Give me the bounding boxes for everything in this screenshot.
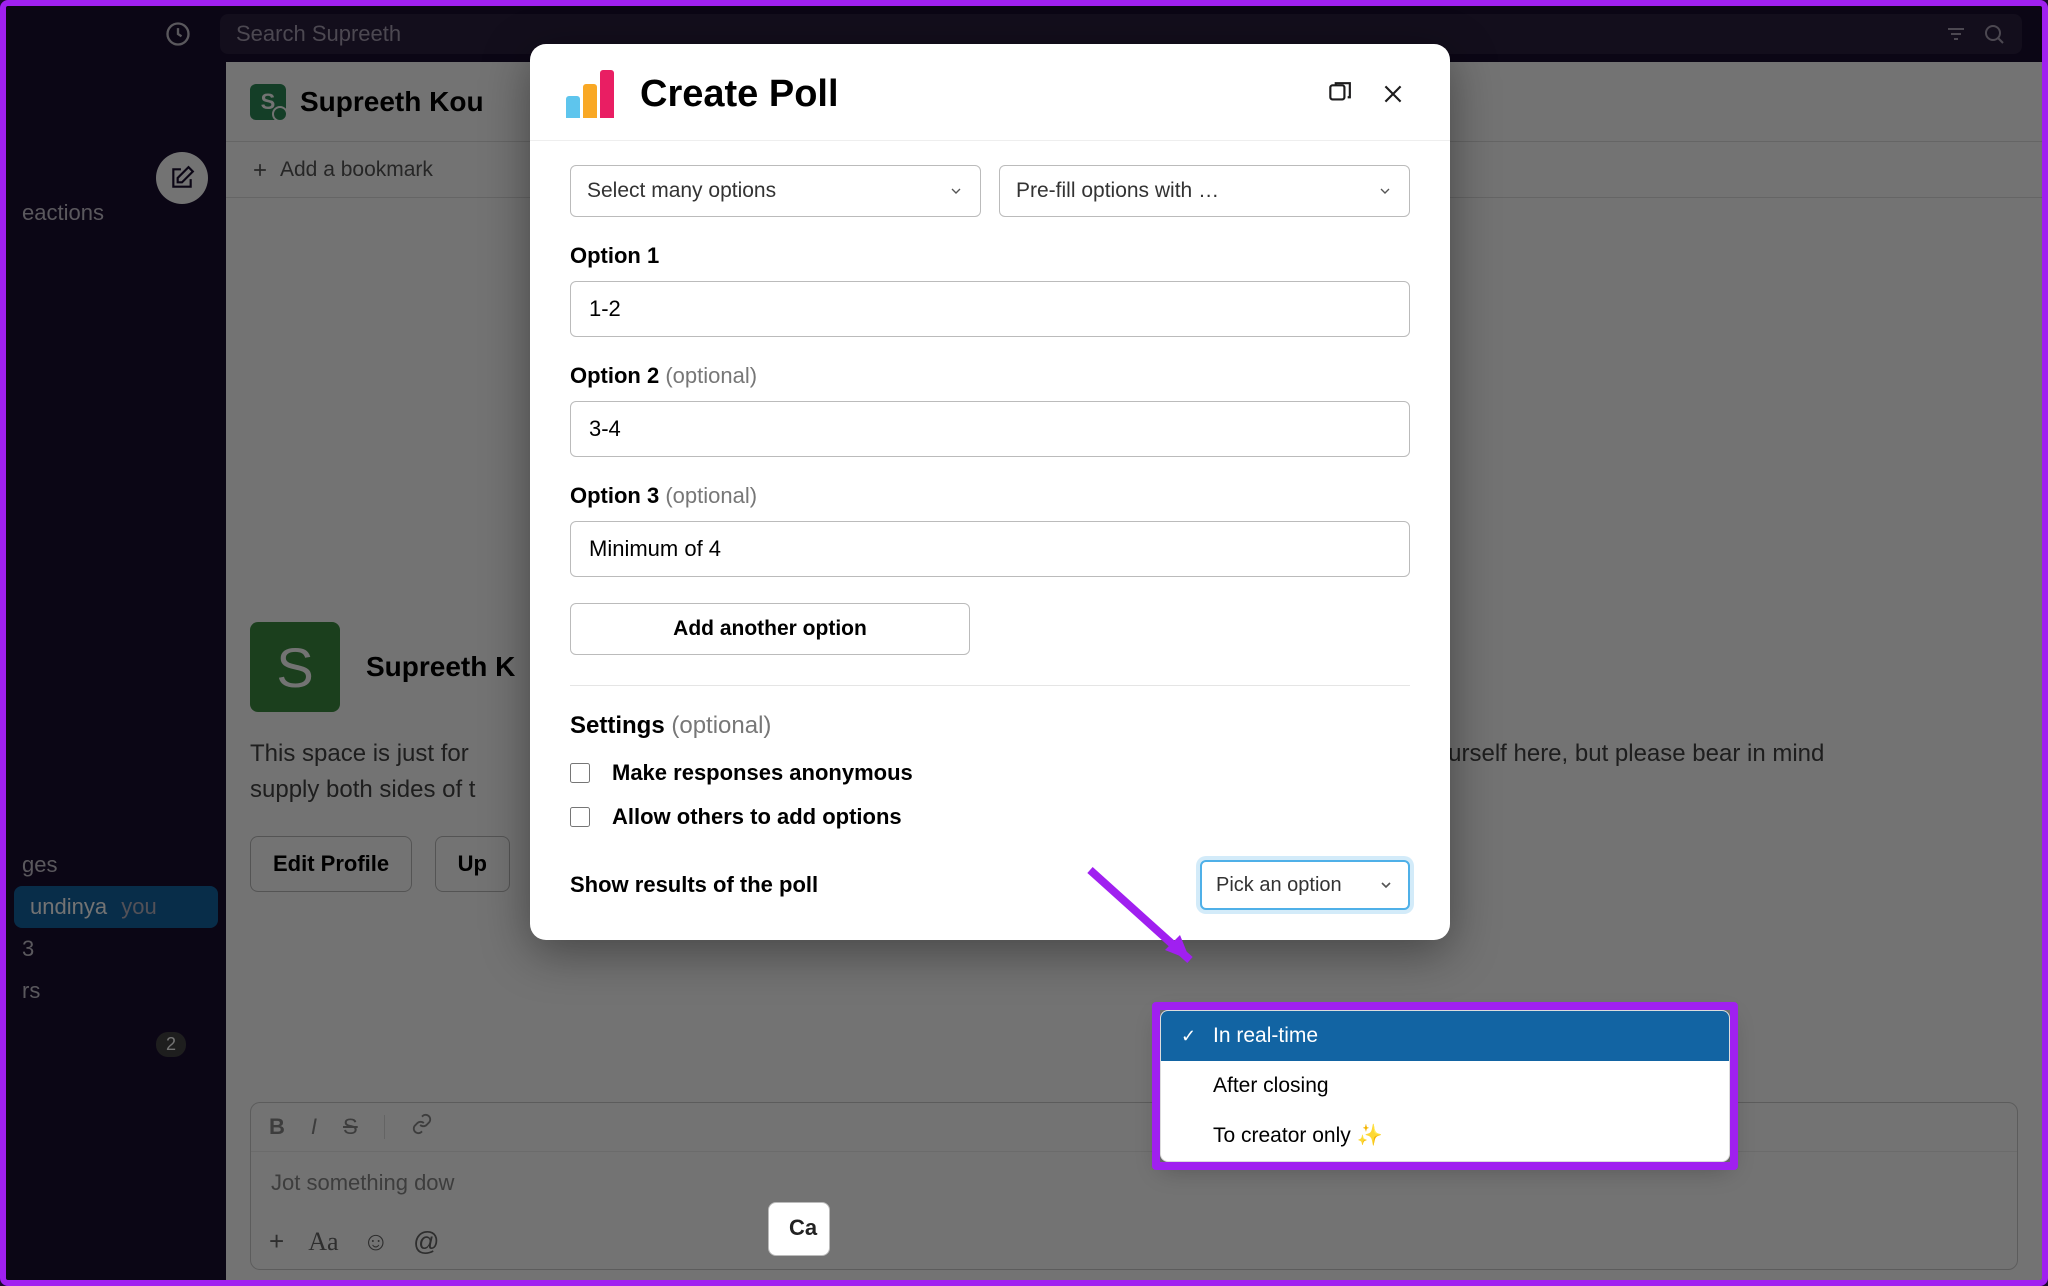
select-vote-type[interactable]: Select many options — [570, 165, 981, 217]
option3-label: Option 3 (optional) — [570, 483, 1410, 509]
poll-app-icon — [566, 70, 614, 118]
chevron-down-icon — [948, 183, 964, 199]
dropdown-item-realtime[interactable]: In real-time — [1161, 1011, 1729, 1061]
show-results-label: Show results of the poll — [570, 872, 818, 898]
modal-title: Create Poll — [640, 73, 1306, 116]
anonymous-checkbox[interactable]: Make responses anonymous — [570, 760, 1410, 786]
chevron-down-icon — [1377, 183, 1393, 199]
cancel-button[interactable]: Ca — [768, 1202, 830, 1256]
add-option-button[interactable]: Add another option — [570, 603, 970, 655]
dropdown-item-after-closing[interactable]: After closing — [1161, 1061, 1729, 1111]
option2-label: Option 2 (optional) — [570, 363, 1410, 389]
dropdown-item-creator-only[interactable]: To creator only ✨ — [1161, 1111, 1729, 1161]
select-prefill[interactable]: Pre-fill options with … — [999, 165, 1410, 217]
chevron-down-icon — [1378, 877, 1394, 893]
option1-input[interactable] — [570, 281, 1410, 337]
option2-input[interactable] — [570, 401, 1410, 457]
settings-heading: Settings (optional) — [570, 712, 1410, 740]
option3-input[interactable] — [570, 521, 1410, 577]
close-icon[interactable] — [1372, 73, 1414, 115]
results-dropdown: In real-time After closing To creator on… — [1160, 1010, 1730, 1162]
expand-icon[interactable] — [1318, 73, 1360, 115]
create-poll-modal: Create Poll Select many options Pre-fill… — [530, 44, 1450, 940]
allow-add-checkbox[interactable]: Allow others to add options — [570, 804, 1410, 830]
show-results-select[interactable]: Pick an option — [1200, 860, 1410, 910]
option1-label: Option 1 — [570, 243, 1410, 269]
annotation-arrow — [1080, 860, 1220, 1005]
